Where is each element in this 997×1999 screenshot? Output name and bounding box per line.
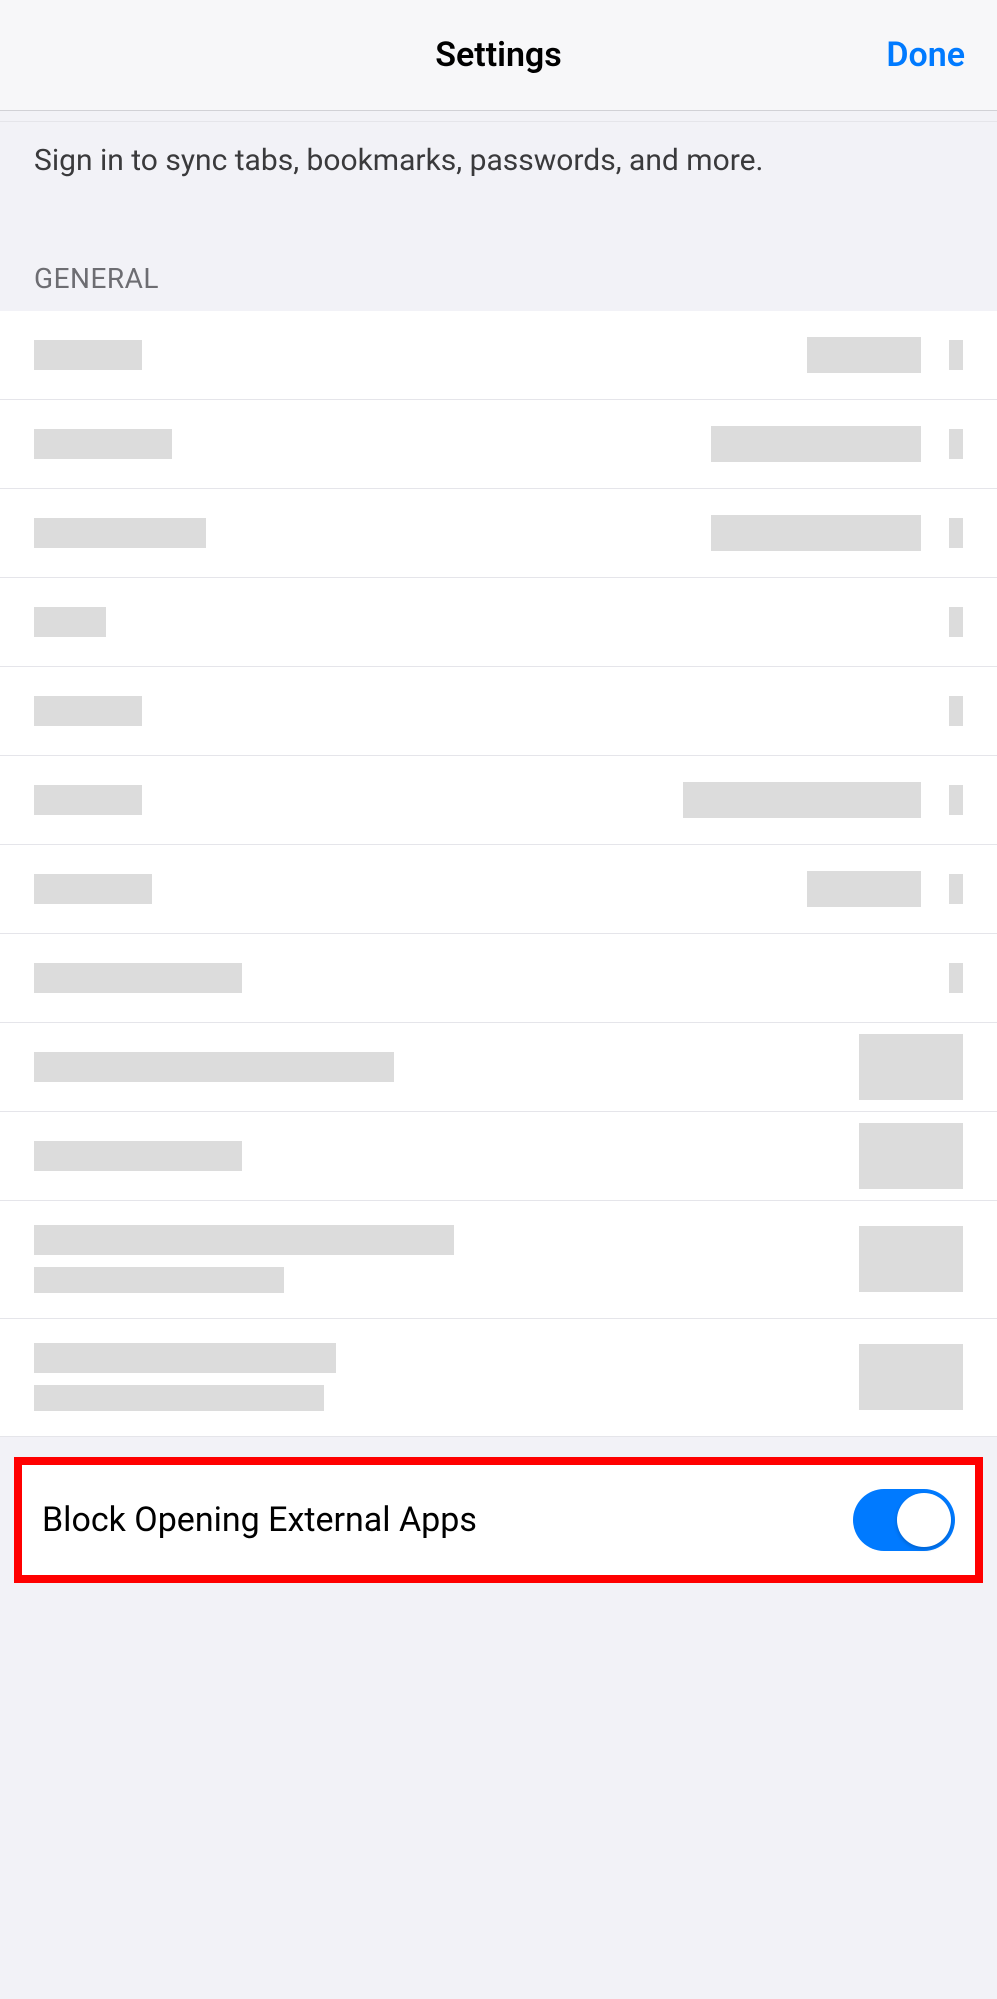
settings-row[interactable] (0, 400, 997, 489)
settings-row[interactable] (0, 1319, 997, 1437)
settings-row[interactable] (0, 1023, 997, 1112)
chevron-right-icon (949, 340, 963, 370)
row-label-placeholder (34, 696, 142, 726)
toggle-thumb (897, 1493, 951, 1547)
row-label-placeholder (34, 1141, 242, 1171)
row-value-placeholder (807, 871, 921, 907)
block-external-apps-toggle[interactable] (853, 1489, 955, 1551)
chevron-right-icon (949, 874, 963, 904)
row-label-placeholder (34, 785, 142, 815)
row-label-placeholder (34, 1225, 454, 1255)
row-value-placeholder (807, 337, 921, 373)
chevron-right-icon (949, 518, 963, 548)
settings-list (0, 311, 997, 1437)
row-label-placeholder (34, 340, 142, 370)
settings-row[interactable] (0, 756, 997, 845)
spacer (0, 111, 997, 122)
row-label-placeholder (34, 1343, 336, 1373)
row-label-placeholder (34, 874, 152, 904)
toggle-placeholder[interactable] (859, 1344, 963, 1410)
chevron-right-icon (949, 429, 963, 459)
row-sublabel-placeholder (34, 1267, 284, 1293)
row-value-placeholder (711, 426, 921, 462)
block-external-apps-row[interactable]: Block Opening External Apps (14, 1457, 983, 1583)
block-external-apps-label: Block Opening External Apps (42, 1500, 477, 1540)
settings-row[interactable] (0, 311, 997, 400)
settings-row[interactable] (0, 667, 997, 756)
settings-row[interactable] (0, 489, 997, 578)
chevron-right-icon (949, 607, 963, 637)
toggle-placeholder[interactable] (859, 1034, 963, 1100)
signin-prompt[interactable]: Sign in to sync tabs, bookmarks, passwor… (0, 122, 997, 190)
signin-text: Sign in to sync tabs, bookmarks, passwor… (34, 142, 963, 180)
row-sublabel-placeholder (34, 1385, 324, 1411)
section-header-general: GENERAL (0, 190, 997, 311)
row-value-placeholder (683, 782, 921, 818)
settings-header: Settings Done (0, 0, 997, 111)
row-label-placeholder (34, 518, 206, 548)
page-title: Settings (435, 35, 562, 75)
row-value-placeholder (711, 515, 921, 551)
settings-row[interactable] (0, 1112, 997, 1201)
settings-row[interactable] (0, 578, 997, 667)
row-label-placeholder (34, 963, 242, 993)
row-label-placeholder (34, 607, 106, 637)
settings-row[interactable] (0, 845, 997, 934)
row-label-placeholder (34, 429, 172, 459)
toggle-placeholder[interactable] (859, 1226, 963, 1292)
chevron-right-icon (949, 696, 963, 726)
chevron-right-icon (949, 963, 963, 993)
done-button[interactable]: Done (886, 35, 965, 75)
settings-row[interactable] (0, 934, 997, 1023)
row-label-placeholder (34, 1052, 394, 1082)
toggle-placeholder[interactable] (859, 1123, 963, 1189)
settings-row[interactable] (0, 1201, 997, 1319)
chevron-right-icon (949, 785, 963, 815)
